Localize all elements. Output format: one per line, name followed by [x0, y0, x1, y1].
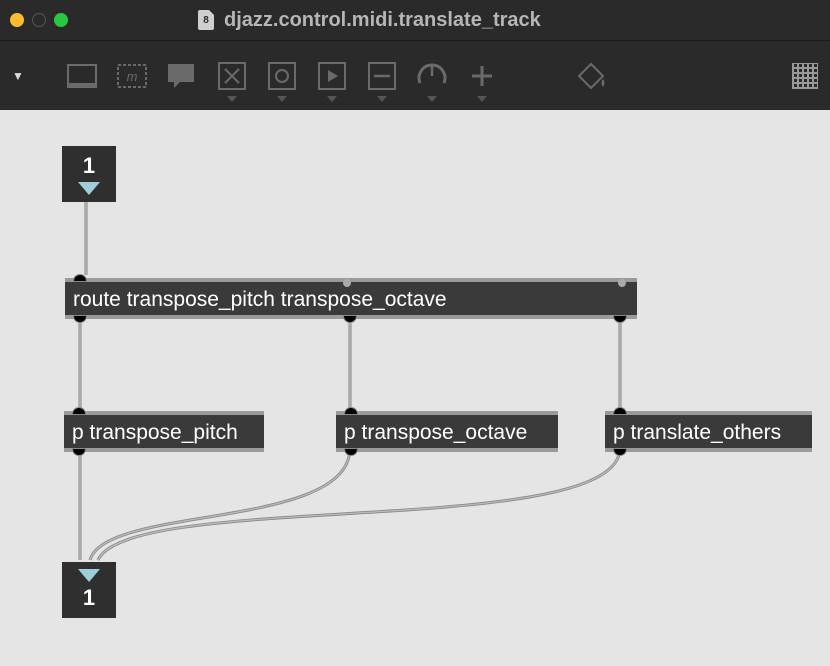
subpatcher-label: p transpose_pitch [72, 421, 238, 444]
route-object-text: route transpose_pitch transpose_octave [73, 288, 447, 311]
patcher-canvas[interactable]: 1 route transpose_pitch transpose_octave… [0, 110, 830, 666]
document-icon: 8 [198, 10, 214, 30]
outlet-number-box[interactable]: 1 [62, 562, 116, 618]
subpatcher-label: p transpose_octave [344, 421, 527, 444]
outlet-number-value: 1 [83, 585, 95, 611]
subpatcher-transpose-pitch[interactable]: p transpose_pitch [64, 411, 264, 452]
view-menu-trigger[interactable]: ▼ [12, 69, 24, 83]
chevron-down-icon [78, 182, 100, 195]
new-slider-object-button[interactable] [362, 56, 402, 96]
minimize-window-button[interactable] [32, 13, 46, 27]
patch-cables [0, 110, 830, 666]
paint-bucket-button[interactable] [572, 56, 612, 96]
window-title: djazz.control.midi.translate_track [224, 9, 541, 32]
close-window-button[interactable] [10, 13, 24, 27]
grid-toggle-button[interactable] [792, 63, 818, 89]
inlet-number-value: 1 [83, 153, 95, 179]
route-object[interactable]: route transpose_pitch transpose_octave [65, 278, 637, 319]
new-dial-object-button[interactable] [412, 56, 452, 96]
add-object-button[interactable] [462, 56, 502, 96]
title-bar: 8 djazz.control.midi.translate_track [0, 0, 830, 40]
inlet-number-box[interactable]: 1 [62, 146, 116, 202]
new-comment-button[interactable] [162, 56, 202, 96]
toolbar: ▼ m [0, 40, 830, 110]
chevron-down-icon [78, 569, 100, 582]
new-button-object-button[interactable] [212, 56, 252, 96]
traffic-lights [10, 13, 68, 27]
subpatcher-label: p translate_others [613, 421, 781, 444]
new-toggle-object-button[interactable] [262, 56, 302, 96]
svg-text:m: m [126, 69, 137, 84]
new-number-object-button[interactable] [312, 56, 352, 96]
zoom-window-button[interactable] [54, 13, 68, 27]
subpatcher-transpose-octave[interactable]: p transpose_octave [336, 411, 558, 452]
subpatcher-translate-others[interactable]: p translate_others [605, 411, 812, 452]
presentation-mode-button[interactable] [62, 56, 102, 96]
new-message-button[interactable]: m [112, 56, 152, 96]
